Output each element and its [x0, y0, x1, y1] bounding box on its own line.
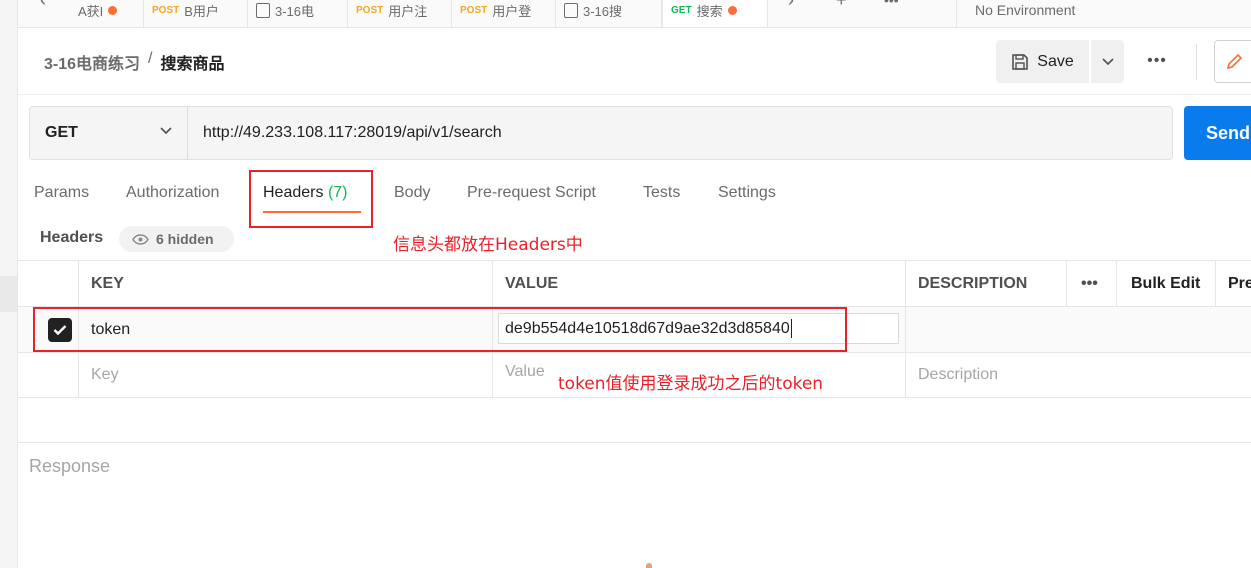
environment-selector[interactable]: No Environment [956, 0, 1251, 27]
column-header-key: KEY [79, 261, 493, 306]
tab-scroll-right-icon[interactable]: › [788, 0, 794, 11]
save-label: Save [1037, 52, 1074, 70]
tab-options-icon[interactable]: ••• [884, 0, 899, 8]
tab-method: POST [152, 4, 180, 16]
column-header-value: VALUE [493, 261, 906, 306]
annotation-token-note: token值使用登录成功之后的token [558, 374, 824, 394]
tab-label: 3-16搜 [583, 3, 623, 19]
new-tab-plus-icon[interactable]: + [836, 0, 847, 11]
unsaved-dot-icon [727, 5, 737, 15]
tab-params[interactable]: Params [34, 184, 89, 202]
collection-icon [564, 2, 578, 18]
annotation-box-token-row [33, 307, 847, 352]
breadcrumb-separator: / [148, 50, 153, 67]
table-header-row: KEY VALUE DESCRIPTION ••• Bulk Edit Pre [18, 260, 1251, 307]
chevron-down-icon [160, 127, 172, 135]
breadcrumb-collection[interactable]: 3-16电商练习 [44, 50, 140, 74]
new-key-input[interactable]: Key [79, 353, 493, 397]
tab-label: B用户 [184, 3, 219, 19]
tab-request-4[interactable]: POST 用户登 [452, 0, 556, 27]
tab-authorization[interactable]: Authorization [126, 184, 219, 202]
method-select[interactable]: GET [29, 106, 188, 160]
row-checkbox-cell [18, 353, 79, 397]
edit-button[interactable] [1214, 40, 1251, 83]
save-button[interactable]: Save [996, 40, 1089, 83]
tab-request-active[interactable]: GET 搜索 [662, 0, 768, 27]
save-dropdown-button[interactable] [1091, 40, 1124, 83]
tab-request-0[interactable]: A获I [70, 0, 144, 27]
hidden-headers-toggle[interactable]: 6 hidden [119, 226, 234, 252]
collection-icon [256, 2, 270, 18]
headers-section-label: Headers [40, 229, 104, 246]
divider [18, 94, 1251, 95]
more-actions-button[interactable]: ••• [1140, 48, 1174, 74]
save-icon [1012, 53, 1029, 70]
tab-scroll-left-icon[interactable]: ‹ [40, 0, 46, 11]
tab-method: POST [460, 4, 488, 16]
tab-settings[interactable]: Settings [718, 184, 776, 202]
tab-pre-request-script[interactable]: Pre-request Script [467, 184, 596, 202]
presets-button[interactable]: Pre [1216, 261, 1251, 306]
sidebar-selected-item[interactable] [0, 276, 17, 312]
tab-label: A获I [78, 3, 104, 19]
tab-request-1[interactable]: POST B用户 [144, 0, 248, 27]
annotation-headers-note: 信息头都放在Headers中 [393, 235, 583, 255]
chevron-down-icon [1101, 57, 1114, 65]
page-title[interactable]: 搜索商品 [160, 50, 224, 74]
annotation-box-headers-tab [249, 170, 373, 228]
divider [1196, 44, 1197, 80]
tab-bar: ‹ A获I POST B用户 3-16电 POST 用户注 POST 用户登 3… [18, 0, 1251, 28]
table-more-button[interactable]: ••• [1067, 261, 1117, 306]
tab-collection-5[interactable]: 3-16搜 [556, 0, 662, 27]
response-label: Response [29, 456, 111, 476]
hidden-count-label: 6 hidden [156, 231, 214, 247]
new-description-input[interactable]: Description [906, 353, 1251, 397]
tab-method: POST [356, 4, 384, 16]
send-button[interactable]: Send [1184, 106, 1251, 160]
sidebar-strip [0, 0, 18, 568]
tab-tests[interactable]: Tests [643, 184, 680, 202]
divider [18, 442, 1251, 443]
column-header-description: DESCRIPTION [906, 261, 1067, 306]
method-label: GET [45, 124, 78, 141]
tab-request-3[interactable]: POST 用户注 [348, 0, 452, 27]
tab-label: 用户注 [388, 3, 428, 19]
url-value: http://49.233.108.117:28019/api/v1/searc… [203, 124, 502, 141]
bulk-edit-button[interactable]: Bulk Edit [1117, 261, 1216, 306]
table-header-checkbox-cell [18, 261, 79, 306]
environment-label: No Environment [975, 2, 1076, 18]
send-label: Send [1206, 122, 1251, 143]
tab-label: 搜索 [696, 3, 723, 19]
tab-label: 3-16电 [275, 3, 315, 19]
tab-body[interactable]: Body [394, 184, 430, 202]
unsaved-dot-icon [108, 5, 118, 15]
pencil-icon [1226, 53, 1243, 69]
response-illustration [646, 563, 652, 568]
tab-collection-2[interactable]: 3-16电 [248, 0, 348, 27]
breadcrumb: 3-16电商练习 / 搜索商品 [44, 50, 225, 74]
header-description-cell[interactable] [906, 307, 1251, 352]
url-input[interactable]: http://49.233.108.117:28019/api/v1/searc… [187, 106, 1173, 160]
eye-icon [132, 233, 149, 245]
tab-label: 用户登 [492, 3, 532, 19]
tab-method: GET [671, 4, 692, 16]
